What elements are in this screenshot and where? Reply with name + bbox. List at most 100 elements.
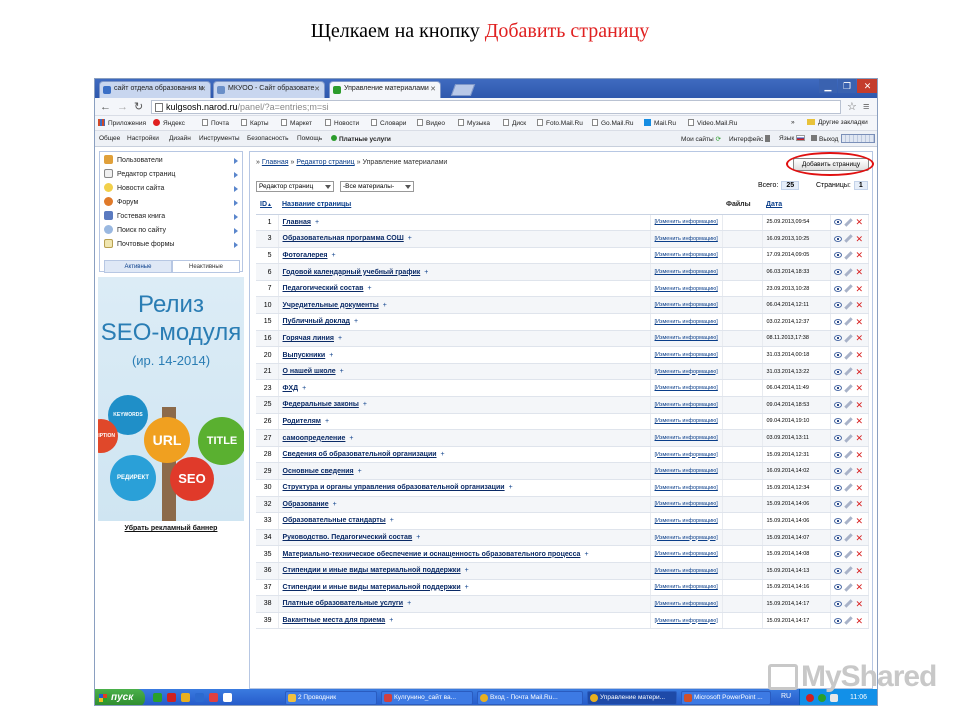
delete-x-icon[interactable]: ✕ <box>856 616 864 625</box>
breadcrumb-home[interactable]: Главная <box>262 159 289 166</box>
change-info-link[interactable]: [Изменить информацию] <box>650 545 723 563</box>
reload-icon[interactable]: ↻ <box>134 100 143 114</box>
bookmark-music[interactable]: Музыка <box>458 119 490 127</box>
menu-interface[interactable]: Интерфейс <box>729 135 771 143</box>
page-title-link[interactable]: Главная <box>283 219 311 226</box>
bookmark-dictionaries[interactable]: Словари <box>371 119 406 127</box>
view-eye-icon[interactable] <box>833 302 842 309</box>
bookmark-mail[interactable]: Почта <box>202 119 229 127</box>
view-eye-icon[interactable] <box>833 584 842 591</box>
delete-x-icon[interactable]: ✕ <box>856 268 864 277</box>
bookmark-news[interactable]: Новости <box>325 119 359 127</box>
view-eye-icon[interactable] <box>833 385 842 392</box>
menu-general[interactable]: Общее <box>99 135 120 142</box>
add-subpage-icon[interactable]: + <box>408 235 412 242</box>
yandex-icon[interactable] <box>209 693 218 702</box>
opera-icon[interactable] <box>167 693 176 702</box>
menu-language[interactable]: Язык <box>779 135 806 142</box>
add-subpage-icon[interactable]: + <box>302 385 306 392</box>
tab-inactive[interactable]: Неактивные <box>172 260 240 273</box>
change-info-link[interactable]: [Изменить информацию] <box>650 562 723 580</box>
bookmark-disk[interactable]: Диск <box>503 119 526 127</box>
menu-security[interactable]: Безопасность <box>247 135 288 142</box>
edit-pencil-icon[interactable] <box>843 566 853 576</box>
change-info-link[interactable]: [Изменить информацию] <box>650 512 723 530</box>
sidebar-item-guestbook[interactable]: Гостевая книга <box>104 211 165 224</box>
change-info-link[interactable]: [Изменить информацию] <box>650 313 723 331</box>
delete-x-icon[interactable]: ✕ <box>856 550 864 559</box>
add-subpage-icon[interactable]: + <box>329 352 333 359</box>
edit-pencil-icon[interactable] <box>843 251 853 260</box>
chevron-right-icon[interactable] <box>234 172 238 178</box>
change-info-link[interactable]: [Изменить информацию] <box>650 612 723 630</box>
page-title-link[interactable]: Вакантные места для приема <box>283 617 386 624</box>
add-subpage-icon[interactable]: + <box>332 252 336 259</box>
edit-pencil-icon[interactable] <box>843 317 853 327</box>
new-tab-button[interactable] <box>450 84 476 96</box>
delete-x-icon[interactable]: ✕ <box>856 533 864 542</box>
chevron-right-icon[interactable] <box>234 242 238 248</box>
bookmark-mail-ru[interactable]: Mail.Ru <box>644 119 676 127</box>
bookmark-star-icon[interactable]: ☆ <box>847 100 857 114</box>
bookmark-maps[interactable]: Карты <box>241 119 269 127</box>
add-subpage-icon[interactable]: + <box>338 335 342 342</box>
back-arrow-icon[interactable]: ← <box>100 100 111 114</box>
seo-module-banner[interactable]: Релиз SEO-модуля (ир. 14-2014) KEYWORDS … <box>98 277 244 521</box>
page-title-link[interactable]: Стипендии и иные виды материальной подде… <box>283 584 461 591</box>
add-subpage-icon[interactable]: + <box>465 584 469 591</box>
add-subpage-icon[interactable]: + <box>368 285 372 292</box>
sidebar-item-mail-forms[interactable]: Почтовые формы <box>104 239 174 252</box>
add-subpage-icon[interactable]: + <box>340 368 344 375</box>
chevron-right-icon[interactable] <box>234 214 238 220</box>
taskbar-item-site[interactable]: Кулгунино_сайт ва... <box>381 691 473 705</box>
change-info-link[interactable]: [Изменить информацию] <box>650 363 723 381</box>
change-info-link[interactable]: [Изменить информацию] <box>650 496 723 514</box>
menu-design[interactable]: Дизайн <box>169 135 191 142</box>
language-indicator[interactable]: RU <box>781 693 791 700</box>
edit-pencil-icon[interactable] <box>843 334 853 343</box>
view-eye-icon[interactable] <box>833 285 842 292</box>
view-eye-icon[interactable] <box>833 318 842 325</box>
sidebar-item-news[interactable]: Новости сайта <box>104 183 164 196</box>
delete-x-icon[interactable]: ✕ <box>856 351 864 360</box>
view-eye-icon[interactable] <box>833 501 842 508</box>
delete-x-icon[interactable]: ✕ <box>856 599 864 608</box>
add-subpage-icon[interactable]: + <box>424 269 428 276</box>
edit-pencil-icon[interactable] <box>843 367 853 376</box>
change-info-link[interactable]: [Изменить информацию] <box>650 247 723 265</box>
view-eye-icon[interactable] <box>833 534 842 541</box>
taskbar-item-explorer[interactable]: 2 Проводник <box>285 691 377 705</box>
delete-x-icon[interactable]: ✕ <box>856 301 864 310</box>
bookmark-video[interactable]: Видео <box>417 119 445 127</box>
delete-x-icon[interactable]: ✕ <box>856 384 864 393</box>
chevron-right-icon[interactable] <box>234 200 238 206</box>
delete-x-icon[interactable]: ✕ <box>856 450 864 459</box>
menu-paid-services[interactable]: Платные услуги <box>331 135 391 143</box>
delete-x-icon[interactable]: ✕ <box>856 400 864 409</box>
chevron-right-icon[interactable] <box>234 228 238 234</box>
menu-icon[interactable]: ≡ <box>863 100 869 114</box>
address-bar[interactable]: kulgsosh.narod.ru/panel/?a=entries;m=si <box>151 100 841 114</box>
panel-toggle[interactable] <box>841 134 875 143</box>
view-eye-icon[interactable] <box>833 269 842 276</box>
add-subpage-icon[interactable]: + <box>358 468 362 475</box>
bookmark-foto-mail[interactable]: Foto.Mail.Ru <box>537 119 583 127</box>
sidebar-item-users[interactable]: Пользователи <box>104 155 163 168</box>
add-subpage-icon[interactable]: + <box>509 484 513 491</box>
taskbar-item-materials[interactable]: Управление матери... <box>587 691 677 705</box>
page-title-link[interactable]: Фотогалерея <box>283 252 328 259</box>
add-subpage-icon[interactable]: + <box>584 551 588 558</box>
materials-filter-select[interactable]: -Все материалы- <box>340 181 414 192</box>
page-title-link[interactable]: Выпускники <box>283 352 326 359</box>
add-subpage-icon[interactable]: + <box>354 318 358 325</box>
column-header-id[interactable]: ID▲ <box>256 196 278 215</box>
add-subpage-icon[interactable]: + <box>363 401 367 408</box>
pages-value[interactable]: 1 <box>853 181 868 190</box>
add-subpage-icon[interactable]: + <box>333 501 337 508</box>
edit-pencil-icon[interactable] <box>843 417 853 426</box>
edit-pencil-icon[interactable] <box>843 549 853 559</box>
change-info-link[interactable]: [Изменить информацию] <box>650 379 723 398</box>
start-button[interactable]: пуск <box>95 689 145 705</box>
sidebar-item-forum[interactable]: Форум <box>104 197 138 210</box>
page-title-link[interactable]: Платные образовательные услуги <box>283 600 404 607</box>
